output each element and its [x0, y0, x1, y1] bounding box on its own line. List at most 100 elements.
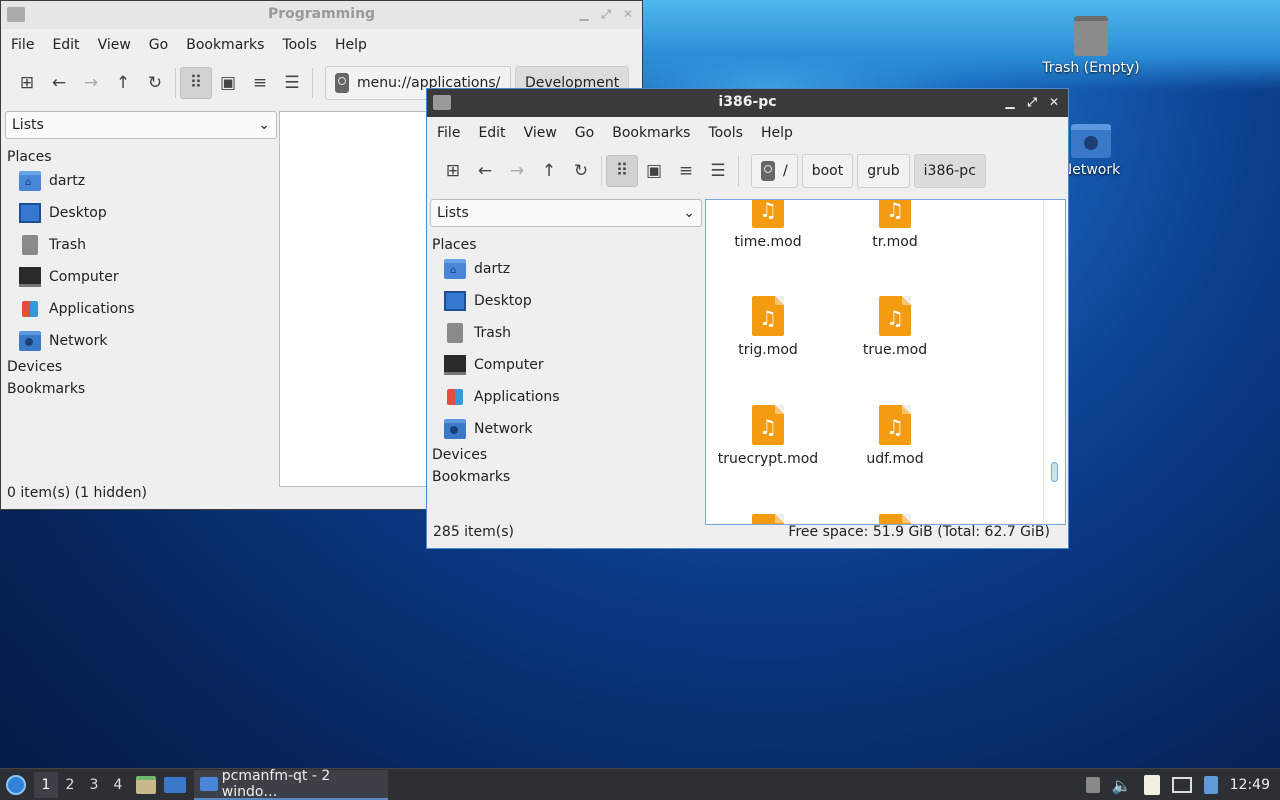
updates-notification-icon[interactable] — [1203, 776, 1218, 794]
workspace-1[interactable]: 1 — [34, 771, 58, 798]
thumbnail-view-icon[interactable]: ▣ — [638, 155, 670, 187]
path-button-root[interactable]: / — [751, 154, 798, 188]
file-item[interactable]: tr.mod — [835, 200, 955, 250]
reload-icon[interactable]: ↻ — [139, 67, 171, 99]
sidebar-item-applications[interactable]: Applications — [430, 381, 702, 413]
menu-help[interactable]: Help — [755, 125, 799, 141]
new-tab-icon[interactable]: ⊞ — [11, 67, 43, 99]
sidebar-item-network[interactable]: Network — [430, 413, 702, 445]
free-space: Free space: 51.9 GiB (Total: 62.7 GiB) — [788, 524, 1050, 540]
audio-file-icon — [752, 296, 784, 336]
close-button[interactable]: ✕ — [1046, 93, 1062, 111]
sidebar-item-applications[interactable]: Applications — [5, 293, 277, 325]
menu-view[interactable]: View — [518, 125, 563, 141]
back-arrow-icon[interactable]: ← — [469, 155, 501, 187]
search-icon — [761, 161, 775, 181]
sidebar-item-network[interactable]: Network — [5, 325, 277, 357]
file-view[interactable]: time.mod tr.mod trig.mod true.mod truecr… — [705, 199, 1066, 525]
icon-view-icon[interactable]: ⠿ — [180, 67, 212, 99]
sidebar-item-computer[interactable]: Computer — [5, 261, 277, 293]
workspace-4[interactable]: 4 — [106, 772, 130, 798]
clock[interactable]: 12:49 — [1230, 777, 1270, 793]
places-heading[interactable]: Places — [432, 237, 702, 253]
up-arrow-icon[interactable]: ↑ — [107, 67, 139, 99]
reload-icon[interactable]: ↻ — [565, 155, 597, 187]
clipboard-icon[interactable] — [1143, 775, 1160, 795]
menu-tools[interactable]: Tools — [702, 125, 749, 141]
network-folder-icon — [1071, 124, 1111, 158]
sidebar-mode-select[interactable]: Lists ⌄ — [430, 199, 702, 227]
network-icon — [19, 331, 41, 351]
minimize-button[interactable]: ▁ — [1002, 93, 1018, 111]
devices-heading[interactable]: Devices — [7, 359, 277, 375]
sidebar-item-label: Computer — [474, 357, 544, 373]
forward-arrow-icon[interactable]: → — [75, 67, 107, 99]
file-item[interactable]: truecrypt.mod — [708, 405, 828, 467]
bookmarks-heading[interactable]: Bookmarks — [432, 469, 702, 485]
sidebar-item-home[interactable]: dartz — [430, 253, 702, 285]
window-titlebar[interactable]: Programming ▁ ⤢ ✕ — [1, 1, 642, 29]
maximize-button[interactable]: ⤢ — [1024, 93, 1040, 111]
path-button-boot[interactable]: boot — [801, 154, 854, 188]
trash-icon — [22, 235, 38, 255]
audio-file-icon — [879, 200, 911, 228]
file-item[interactable]: trig.mod — [708, 296, 828, 358]
menu-go[interactable]: Go — [569, 125, 600, 141]
path-button-label: grub — [867, 163, 900, 179]
sidebar-item-trash[interactable]: Trash — [430, 317, 702, 349]
places-heading[interactable]: Places — [7, 149, 277, 165]
menu-file[interactable]: File — [5, 37, 40, 53]
detailed-list-view-icon[interactable]: ☰ — [702, 155, 734, 187]
window-titlebar[interactable]: i386-pc ▁ ⤢ ✕ — [427, 89, 1068, 117]
back-arrow-icon[interactable]: ← — [43, 67, 75, 99]
menu-go[interactable]: Go — [143, 37, 174, 53]
file-item[interactable]: true.mod — [835, 296, 955, 358]
file-item[interactable]: udf.mod — [835, 405, 955, 467]
scrollbar-thumb[interactable] — [1051, 462, 1058, 482]
desktop-icon-trash[interactable]: Trash (Empty) — [1036, 16, 1146, 76]
sidebar-item-computer[interactable]: Computer — [430, 349, 702, 381]
sidebar-mode-select[interactable]: Lists ⌄ — [5, 111, 277, 139]
show-desktop-icon[interactable] — [164, 776, 186, 793]
sidebar-item-desktop[interactable]: Desktop — [430, 285, 702, 317]
start-menu-button[interactable] — [2, 771, 30, 799]
file-item[interactable]: time.mod — [708, 200, 828, 250]
network-status-icon[interactable] — [1171, 777, 1192, 793]
vertical-scrollbar[interactable] — [1043, 200, 1065, 524]
minimize-button[interactable]: ▁ — [576, 5, 592, 23]
menu-edit[interactable]: Edit — [46, 37, 85, 53]
menu-bookmarks[interactable]: Bookmarks — [606, 125, 696, 141]
workspace-3[interactable]: 3 — [82, 772, 106, 798]
menu-edit[interactable]: Edit — [472, 125, 511, 141]
forward-arrow-icon[interactable]: → — [501, 155, 533, 187]
volume-icon[interactable]: 🔈 — [1112, 776, 1132, 795]
sidebar-item-trash[interactable]: Trash — [5, 229, 277, 261]
up-arrow-icon[interactable]: ↑ — [533, 155, 565, 187]
sidebar-item-home[interactable]: dartz — [5, 165, 277, 197]
thumbnail-view-icon[interactable]: ▣ — [212, 67, 244, 99]
path-button-i386-pc[interactable]: i386-pc — [913, 154, 986, 188]
menu-tools[interactable]: Tools — [276, 37, 323, 53]
sidebar-item-desktop[interactable]: Desktop — [5, 197, 277, 229]
audio-file-icon — [752, 200, 784, 228]
new-tab-icon[interactable]: ⊞ — [437, 155, 469, 187]
menu-bookmarks[interactable]: Bookmarks — [180, 37, 270, 53]
bookmarks-heading[interactable]: Bookmarks — [7, 381, 277, 397]
file-manager-launcher-icon[interactable] — [136, 775, 156, 794]
applications-icon — [22, 301, 38, 317]
desktop-icon-label: Network — [1061, 162, 1121, 178]
path-button-grub[interactable]: grub — [857, 154, 910, 188]
menu-help[interactable]: Help — [329, 37, 373, 53]
menu-view[interactable]: View — [92, 37, 137, 53]
detailed-list-view-icon[interactable]: ☰ — [276, 67, 308, 99]
menu-file[interactable]: File — [431, 125, 466, 141]
taskbar-task-pcmanfm[interactable]: pcmanfm-qt - 2 windo… — [194, 768, 388, 800]
maximize-button[interactable]: ⤢ — [598, 5, 614, 23]
devices-heading[interactable]: Devices — [432, 447, 702, 463]
close-button[interactable]: ✕ — [620, 5, 636, 23]
compact-view-icon[interactable]: ≡ — [244, 67, 276, 99]
workspace-2[interactable]: 2 — [58, 772, 82, 798]
icon-view-icon[interactable]: ⠿ — [606, 155, 638, 187]
compact-view-icon[interactable]: ≡ — [670, 155, 702, 187]
removable-media-icon[interactable] — [1085, 777, 1100, 793]
